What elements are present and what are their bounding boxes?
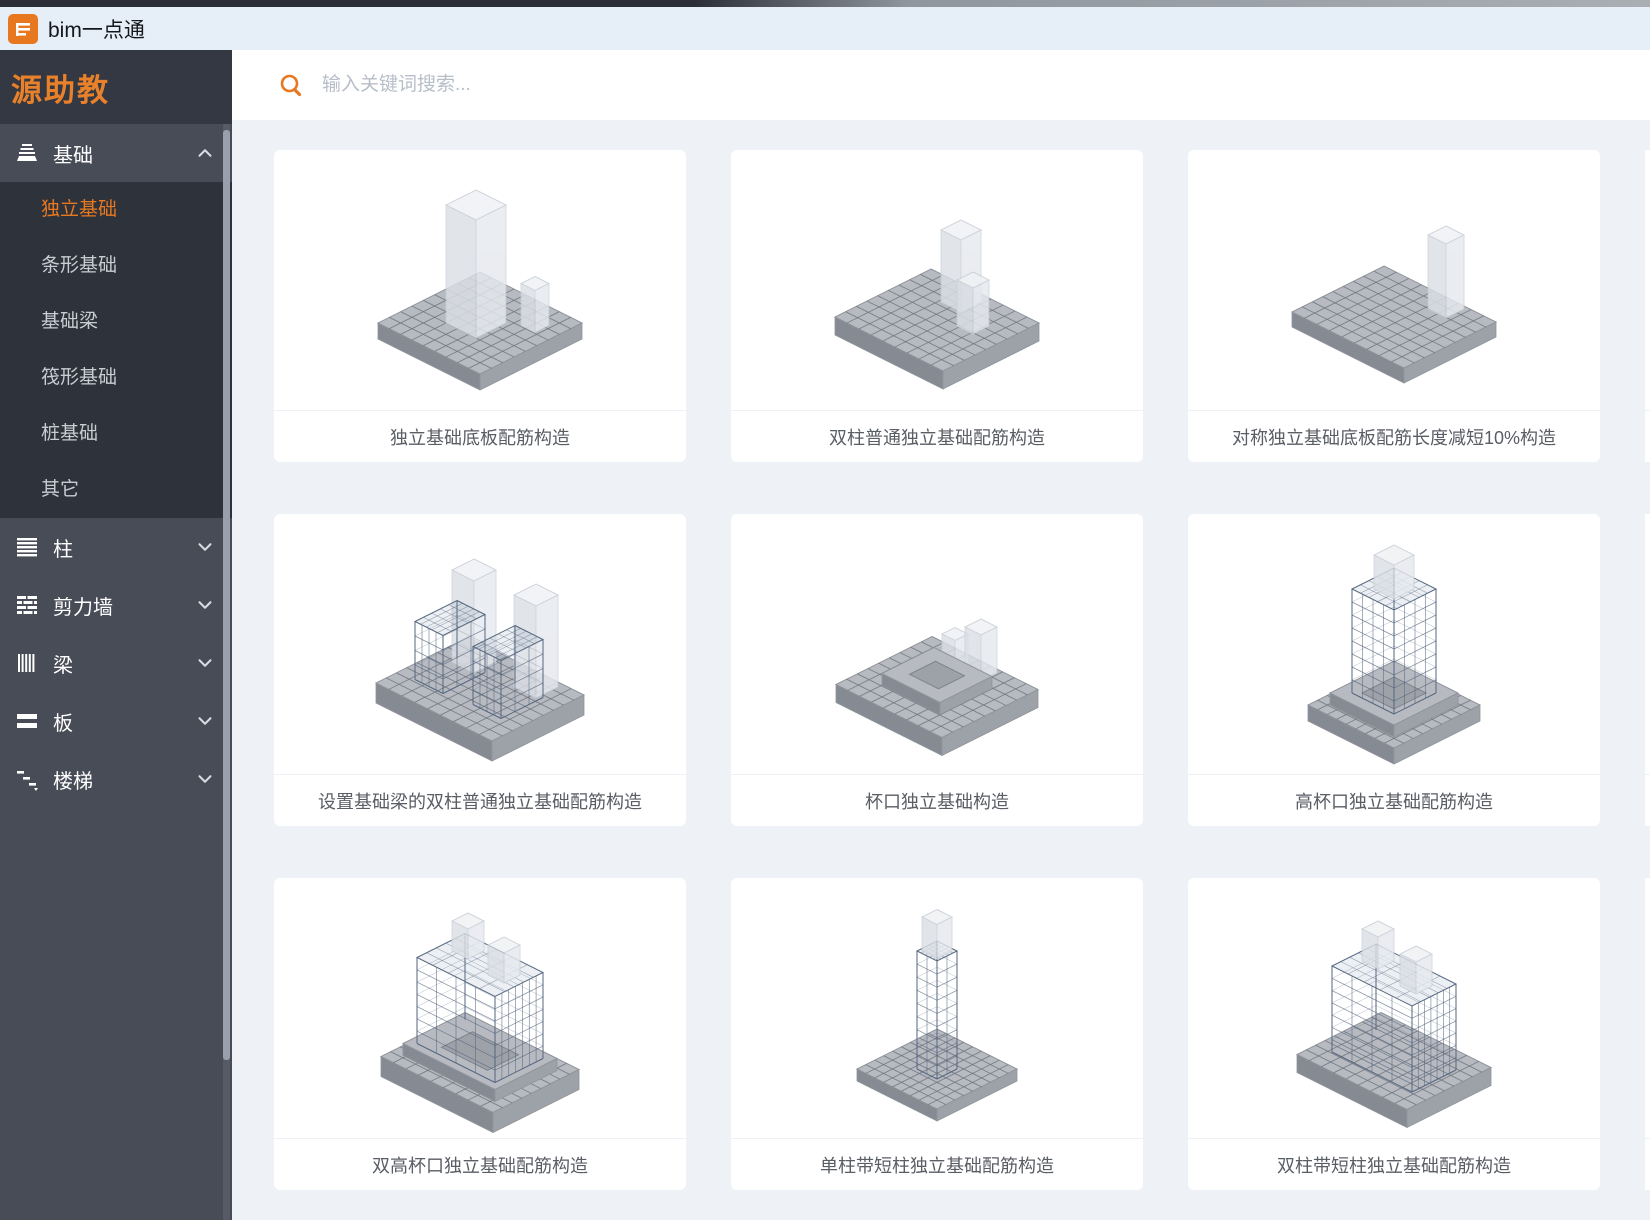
sidebar-item-beam[interactable]: 梁: [0, 634, 232, 692]
model-card[interactable]: 独立基础底板配筋构造: [274, 150, 686, 462]
sidebar-item-slab[interactable]: 板: [0, 692, 232, 750]
search-bar: [232, 50, 1650, 120]
stairs-icon: [14, 766, 40, 792]
model-card-title: 双柱带短柱独立基础配筋构造: [1188, 1139, 1600, 1190]
sidebar-item-label: 剪力墙: [53, 591, 113, 620]
sidebar-item-column[interactable]: 柱: [0, 518, 232, 576]
app-logo-icon: [8, 14, 38, 44]
model-card-grid: 独立基础底板配筋构造双柱普通独立基础配筋构造对称独立基础底板配筋长度减短10%构…: [274, 150, 1600, 1190]
model-card[interactable]: 高杯口独立基础配筋构造: [1188, 514, 1600, 826]
model-card[interactable]: 杯口独立基础构造: [731, 514, 1143, 826]
beam-icon: [14, 650, 40, 676]
sidebar-item-label: 梁: [53, 649, 73, 678]
brand-logo: 源助教: [0, 50, 232, 124]
sidebar-item-label: 柱: [53, 533, 73, 562]
model-thumbnail: [731, 878, 1143, 1139]
model-card-title: 杯口独立基础构造: [731, 775, 1143, 826]
sidebar-item-label: 基础: [53, 139, 93, 168]
window-title: bim一点通: [48, 14, 145, 44]
browser-title-bar: bim一点通: [0, 7, 1650, 50]
main-content: 独立基础底板配筋构造双柱普通独立基础配筋构造对称独立基础底板配筋长度减短10%构…: [232, 50, 1650, 1220]
sidebar-subitem-raft-foundation[interactable]: 筏形基础: [0, 350, 232, 406]
model-card[interactable]: 双柱普通独立基础配筋构造: [731, 150, 1143, 462]
model-card[interactable]: 双高杯口独立基础配筋构造: [274, 878, 686, 1190]
model-card[interactable]: 对称独立基础底板配筋长度减短10%构造: [1188, 150, 1600, 462]
chevron-down-icon: [194, 536, 216, 558]
model-card-title: 单柱带短柱独立基础配筋构造: [731, 1139, 1143, 1190]
chevron-down-icon: [194, 652, 216, 674]
sidebar-item-shear-wall[interactable]: 剪力墙: [0, 576, 232, 634]
model-card-title: 高杯口独立基础配筋构造: [1188, 775, 1600, 826]
sidebar: 源助教 基础独立基础条形基础基础梁筏形基础桩基础其它柱剪力墙梁板楼梯: [0, 50, 232, 1220]
model-thumbnail: [1188, 878, 1600, 1139]
sidebar-item-label: 板: [53, 707, 73, 736]
window-edge-strip: [0, 0, 1650, 7]
sidebar-subitem-other[interactable]: 其它: [0, 462, 232, 518]
foundation-icon: [14, 140, 40, 166]
search-icon: [278, 72, 305, 99]
sidebar-subitem-independent-foundation[interactable]: 独立基础: [0, 182, 232, 238]
model-thumbnail: [274, 878, 686, 1139]
search-input[interactable]: [320, 73, 1224, 97]
chevron-up-icon: [194, 142, 216, 164]
slab-icon: [14, 708, 40, 734]
model-card-partial[interactable]: [1645, 514, 1650, 826]
sidebar-subitem-strip-foundation[interactable]: 条形基础: [0, 238, 232, 294]
model-thumbnail: [274, 150, 686, 411]
model-card-title: 设置基础梁的双柱普通独立基础配筋构造: [274, 775, 686, 826]
model-thumbnail: [274, 514, 686, 775]
chevron-down-icon: [194, 710, 216, 732]
model-card[interactable]: 双柱带短柱独立基础配筋构造: [1188, 878, 1600, 1190]
model-thumbnail: [731, 150, 1143, 411]
sidebar-subitem-foundation-beam[interactable]: 基础梁: [0, 294, 232, 350]
model-thumbnail: [731, 514, 1143, 775]
sidebar-item-foundation[interactable]: 基础: [0, 124, 232, 182]
model-card-title: 双柱普通独立基础配筋构造: [731, 411, 1143, 462]
model-card-title: 独立基础底板配筋构造: [274, 411, 686, 462]
model-thumbnail: [1188, 514, 1600, 775]
sidebar-item-label: 楼梯: [53, 765, 93, 794]
model-card-title: 对称独立基础底板配筋长度减短10%构造: [1188, 411, 1600, 462]
model-card-partial[interactable]: [1645, 878, 1650, 1190]
sidebar-menu: 基础独立基础条形基础基础梁筏形基础桩基础其它柱剪力墙梁板楼梯: [0, 124, 232, 808]
sidebar-subitem-pile-foundation[interactable]: 桩基础: [0, 406, 232, 462]
chevron-down-icon: [194, 768, 216, 790]
chevron-down-icon: [194, 594, 216, 616]
shear-wall-icon: [14, 592, 40, 618]
model-card[interactable]: 设置基础梁的双柱普通独立基础配筋构造: [274, 514, 686, 826]
sidebar-scrollbar-thumb[interactable]: [223, 130, 230, 1060]
column-icon: [14, 534, 40, 560]
model-card-partial[interactable]: [1645, 150, 1650, 462]
sidebar-item-stairs[interactable]: 楼梯: [0, 750, 232, 808]
model-thumbnail: [1188, 150, 1600, 411]
model-card[interactable]: 单柱带短柱独立基础配筋构造: [731, 878, 1143, 1190]
sidebar-submenu-foundation: 独立基础条形基础基础梁筏形基础桩基础其它: [0, 182, 232, 518]
model-card-title: 双高杯口独立基础配筋构造: [274, 1139, 686, 1190]
